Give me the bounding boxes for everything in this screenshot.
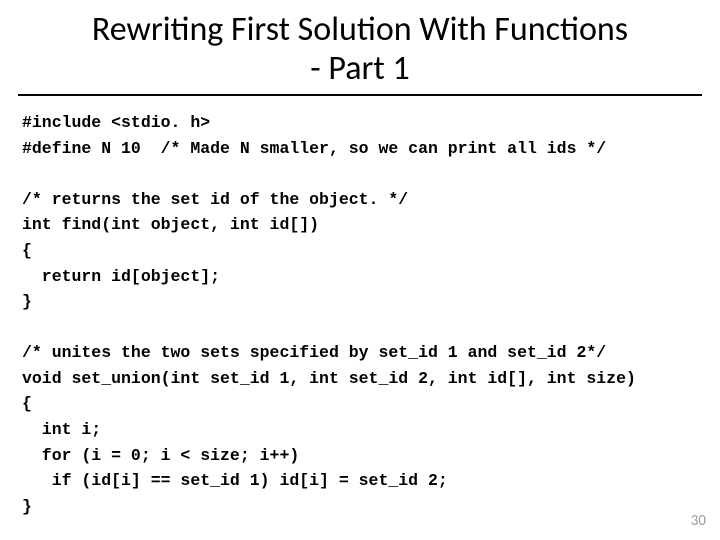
slide-title: Rewriting First Solution With Functions … [18, 0, 702, 96]
code-block: #include <stdio. h> #define N 10 /* Made… [0, 110, 720, 519]
slide: Rewriting First Solution With Functions … [0, 0, 720, 540]
page-number: 30 [691, 512, 706, 530]
